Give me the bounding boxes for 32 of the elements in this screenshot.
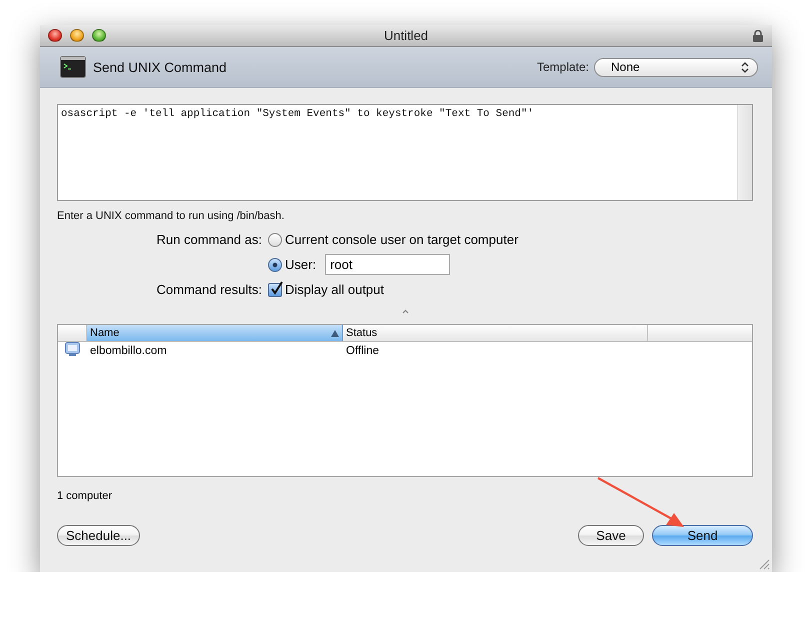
user-field[interactable]: root [325, 254, 450, 275]
split-handle-icon[interactable] [402, 309, 408, 314]
updown-arrows-icon [741, 62, 749, 72]
hint-text: Enter a UNIX command to run using /bin/bash. [57, 210, 286, 222]
checkbox[interactable] [268, 282, 282, 296]
close-button[interactable] [48, 29, 62, 42]
window-title: Untitled [384, 28, 428, 43]
terminal-icon [60, 56, 86, 78]
radio-button[interactable] [268, 232, 282, 246]
action-button[interactable]: Save [578, 525, 644, 546]
sort-ascending-icon [331, 330, 339, 336]
template-label: Template: [536, 60, 589, 74]
template-dropdown[interactable]: None [594, 58, 758, 76]
action-button[interactable]: Send [652, 525, 753, 546]
checkbox-label[interactable]: Display all output [285, 282, 384, 297]
zoom-button[interactable] [92, 29, 106, 42]
command-field[interactable]: osascript -e 'tell application "System Events" to keystroke "Text To Send"' [57, 104, 753, 201]
column-header[interactable]: Name [87, 325, 343, 341]
table-cell: Offline [346, 344, 380, 356]
resize-grip-icon[interactable] [759, 559, 770, 570]
radio-label[interactable]: Current console user on target computer [285, 232, 518, 247]
column-header[interactable]: Status [343, 325, 648, 341]
radio-label[interactable]: User: [285, 257, 316, 272]
action-button[interactable]: Schedule... [57, 525, 140, 546]
field-label: Command results: [156, 282, 263, 297]
radio-button[interactable] [268, 258, 282, 272]
computer-count: 1 computer [57, 490, 114, 502]
table-cell: elbombillo.com [90, 344, 167, 356]
minimize-button[interactable] [70, 29, 84, 42]
panel-title: Send UNIX Command [93, 60, 227, 74]
computer-icon [65, 342, 80, 356]
field-label: Run command as: [156, 232, 263, 247]
